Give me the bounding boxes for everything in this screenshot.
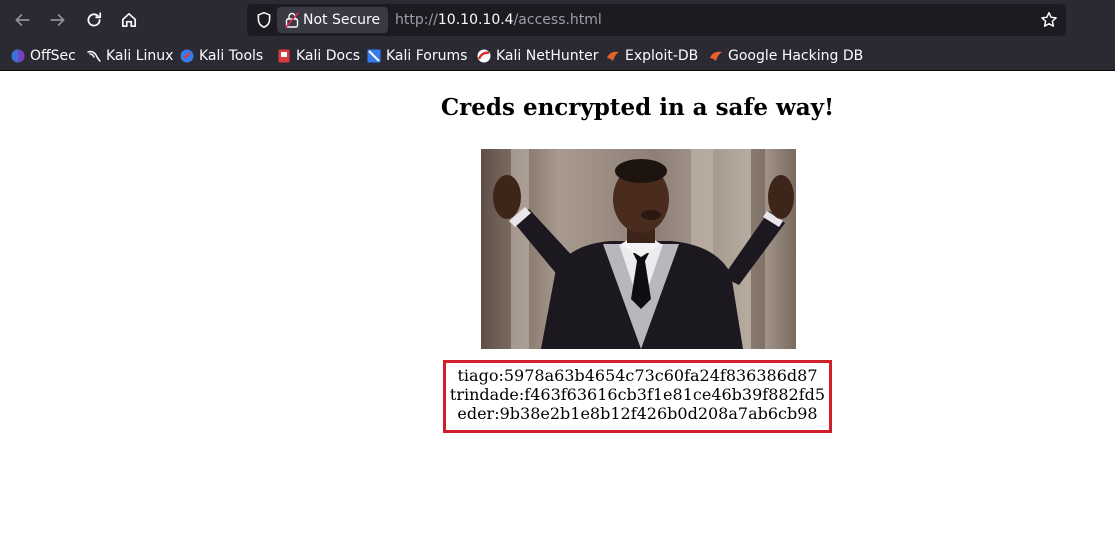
kali-docs-icon [278, 49, 290, 62]
bookmark-label: Kali Docs [296, 47, 361, 64]
credential-line: tiago:5978a63b4654c73c60fa24f836386d87 [457, 366, 818, 385]
bookmarks-toolbar: OffSec Kali Linux Kali Tools Kali Docs K… [0, 40, 1115, 71]
offsec-icon [11, 49, 25, 62]
bookmark-kali-linux[interactable]: Kali Linux [86, 40, 173, 71]
bookmark-label: OffSec [30, 47, 76, 64]
arrow-left-icon [15, 14, 30, 26]
url-scheme: http:// [395, 12, 438, 28]
page-title: Creds encrypted in a safe way! [440, 94, 835, 121]
home-icon [121, 12, 137, 28]
reload-icon [87, 12, 102, 27]
browser-toolbar: Not Secure http://10.10.10.4/access.html [0, 0, 1115, 40]
bookmark-label: Exploit-DB [625, 47, 699, 64]
ghdb-icon [710, 51, 722, 61]
bookmark-label: Kali NetHunter [496, 47, 599, 64]
insecure-lock-icon [284, 11, 300, 29]
url-host: 10.10.10.4 [437, 12, 514, 28]
home-button[interactable] [115, 6, 143, 34]
shield-icon[interactable] [255, 11, 273, 29]
forward-button[interactable] [44, 6, 72, 34]
bookmark-kali-nethunter[interactable]: Kali NetHunter [476, 40, 598, 71]
bookmark-exploit-db[interactable]: Exploit-DB [605, 40, 698, 71]
bookmark-google-hacking-db[interactable]: Google Hacking DB [708, 40, 863, 71]
bookmark-kali-forums[interactable]: Kali Forums [366, 40, 467, 71]
kali-nethunter-icon [477, 49, 491, 62]
bookmark-label: Google Hacking DB [728, 47, 864, 64]
arrow-right-icon [50, 14, 65, 26]
bookmark-label: Kali Tools [199, 47, 264, 64]
exploit-db-icon [607, 51, 619, 61]
star-icon [1041, 11, 1057, 27]
credential-line: eder:9b38e2b1e8b12f426b0d208a7ab6cb98 [457, 404, 818, 423]
credentials-box: tiago:5978a63b4654c73c60fa24f836386d87 t… [443, 360, 832, 433]
bookmark-offsec[interactable]: OffSec [10, 40, 76, 71]
url-path: /access.html [513, 12, 602, 28]
address-bar[interactable]: Not Secure http://10.10.10.4/access.html [247, 4, 1066, 36]
kali-forums-icon [367, 49, 381, 62]
bookmark-label: Kali Linux [106, 47, 174, 64]
reload-button[interactable] [80, 6, 108, 34]
bookmark-kali-docs[interactable]: Kali Docs [276, 40, 360, 71]
credential-line: trindade:f463f63616cb3f1e81ce46b39f882fd… [449, 385, 826, 404]
bookmark-kali-tools[interactable]: Kali Tools [179, 40, 263, 71]
bookmark-star-button[interactable] [1038, 9, 1060, 31]
kali-tools-icon [180, 49, 194, 62]
man-in-tuxedo-illustration [481, 149, 796, 349]
bookmark-label: Kali Forums [386, 47, 468, 64]
security-indicator[interactable]: Not Secure [277, 7, 389, 33]
page-content: Creds encrypted in a safe way! tiago:597… [0, 72, 1115, 534]
back-button[interactable] [8, 6, 36, 34]
security-label: Not Secure [303, 12, 381, 28]
url-text[interactable]: http://10.10.10.4/access.html [395, 4, 602, 36]
photo-image [481, 149, 796, 349]
kali-dragon-icon [87, 50, 101, 62]
